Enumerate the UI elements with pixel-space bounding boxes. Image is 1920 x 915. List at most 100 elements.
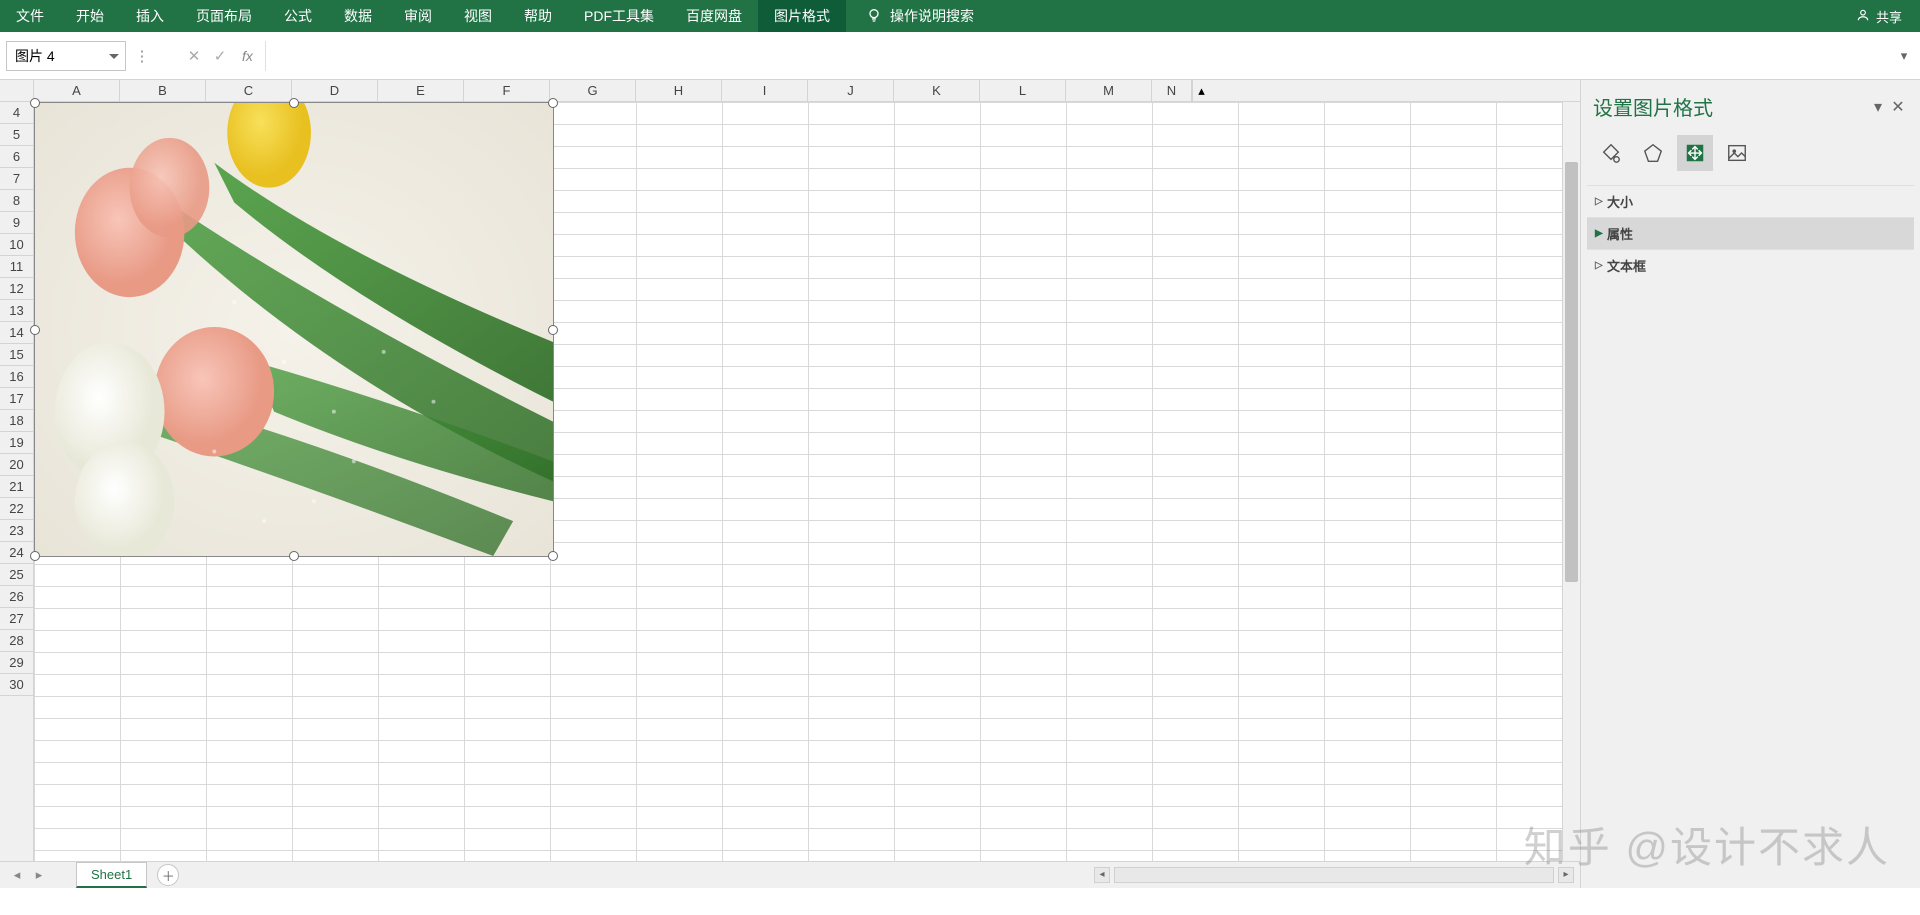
row-header[interactable]: 26 (0, 586, 33, 608)
row-header[interactable]: 12 (0, 278, 33, 300)
pane-tab-fill[interactable] (1593, 135, 1629, 171)
ribbon-tab-insert[interactable]: 插入 (120, 0, 180, 32)
sheet-nav-next[interactable]: ▸ (30, 867, 48, 883)
sheet-tab[interactable]: Sheet1 (76, 862, 147, 888)
formula-confirm-button[interactable]: ✓ (210, 42, 230, 70)
row-header[interactable]: 9 (0, 212, 33, 234)
row-header[interactable]: 10 (0, 234, 33, 256)
share-button[interactable]: 共享 (1856, 7, 1902, 26)
cell-grid[interactable] (34, 102, 1562, 861)
row-header[interactable]: 17 (0, 388, 33, 410)
row-header[interactable]: 8 (0, 190, 33, 212)
name-box[interactable]: 图片 4 (6, 41, 126, 71)
vertical-scrollbar[interactable] (1562, 102, 1580, 861)
ribbon-tab-page-layout[interactable]: 页面布局 (180, 0, 268, 32)
row-header[interactable]: 15 (0, 344, 33, 366)
row-header[interactable]: 5 (0, 124, 33, 146)
formula-bar: 图片 4 ⋮ ✕ ✓ fx ▾ (0, 32, 1920, 80)
column-header[interactable]: F (464, 80, 550, 101)
pane-tab-size-properties[interactable] (1677, 135, 1713, 171)
row-header[interactable]: 6 (0, 146, 33, 168)
add-sheet-button[interactable]: ＋ (157, 864, 179, 886)
column-header[interactable]: L (980, 80, 1066, 101)
ribbon-tab-data[interactable]: 数据 (328, 0, 388, 32)
row-header[interactable]: 16 (0, 366, 33, 388)
row-header[interactable]: 4 (0, 102, 33, 124)
hscroll-left-button[interactable]: ◂ (1094, 867, 1110, 883)
formula-menu-button[interactable]: ⋮ (132, 42, 152, 70)
formula-expand-button[interactable]: ▾ (1894, 48, 1914, 64)
column-header[interactable]: A (34, 80, 120, 101)
formula-input[interactable] (265, 41, 1888, 71)
row-header[interactable]: 13 (0, 300, 33, 322)
ribbon-tab-picture-format[interactable]: 图片格式 (758, 0, 846, 32)
column-header[interactable]: I (722, 80, 808, 101)
row-header[interactable]: 19 (0, 432, 33, 454)
column-header[interactable]: M (1066, 80, 1152, 101)
resize-handle-left[interactable] (30, 325, 40, 335)
row-header[interactable]: 7 (0, 168, 33, 190)
picture-icon (1726, 142, 1748, 164)
row-header[interactable]: 23 (0, 520, 33, 542)
pane-tab-picture[interactable] (1719, 135, 1755, 171)
section-size[interactable]: ▷ 大小 (1587, 185, 1914, 217)
ribbon-tabs: 文件 开始 插入 页面布局 公式 数据 审阅 视图 帮助 PDF工具集 百度网盘… (0, 0, 846, 32)
row-header[interactable]: 21 (0, 476, 33, 498)
column-header[interactable]: H (636, 80, 722, 101)
column-header[interactable]: D (292, 80, 378, 101)
section-textbox[interactable]: ▷ 文本框 (1587, 249, 1914, 281)
row-header[interactable]: 27 (0, 608, 33, 630)
resize-handle-bottom-right[interactable] (548, 551, 558, 561)
chevron-right-icon: ▷ (1595, 196, 1607, 207)
column-header[interactable]: N (1152, 80, 1192, 101)
hscroll-right-button[interactable]: ▸ (1558, 867, 1574, 883)
pane-options-button[interactable]: ▾ (1868, 97, 1888, 117)
pane-tab-effects[interactable] (1635, 135, 1671, 171)
sheet-nav-prev[interactable]: ◂ (8, 867, 26, 883)
select-all-corner[interactable] (0, 80, 34, 101)
ribbon-tab-help[interactable]: 帮助 (508, 0, 568, 32)
row-header[interactable]: 18 (0, 410, 33, 432)
ribbon-tab-view[interactable]: 视图 (448, 0, 508, 32)
column-header[interactable]: K (894, 80, 980, 101)
resize-handle-top[interactable] (289, 98, 299, 108)
chevron-right-icon: ▶ (1595, 228, 1607, 239)
column-header[interactable]: C (206, 80, 292, 101)
row-header[interactable]: 20 (0, 454, 33, 476)
row-header[interactable]: 14 (0, 322, 33, 344)
column-header[interactable]: B (120, 80, 206, 101)
fx-icon[interactable]: fx (236, 48, 259, 64)
row-header[interactable]: 24 (0, 542, 33, 564)
ribbon-tab-baidu-netdisk[interactable]: 百度网盘 (670, 0, 758, 32)
row-header[interactable]: 29 (0, 652, 33, 674)
resize-handle-bottom-left[interactable] (30, 551, 40, 561)
resize-handle-top-right[interactable] (548, 98, 558, 108)
resize-handle-bottom[interactable] (289, 551, 299, 561)
inserted-picture[interactable] (34, 102, 554, 557)
row-header[interactable]: 11 (0, 256, 33, 278)
column-header[interactable]: J (808, 80, 894, 101)
row-header[interactable]: 30 (0, 674, 33, 696)
tell-me-search[interactable]: 操作说明搜索 (866, 6, 974, 26)
row-headers: 4567891011121314151617181920212223242526… (0, 102, 34, 861)
resize-handle-right[interactable] (548, 325, 558, 335)
scroll-up-button[interactable]: ▴ (1192, 80, 1210, 101)
section-properties[interactable]: ▶ 属性 (1587, 217, 1914, 249)
ribbon-tab-home[interactable]: 开始 (60, 0, 120, 32)
format-picture-pane: 设置图片格式 ▾ ✕ ▷ 大小 ▶ 属性 (1580, 80, 1920, 888)
formula-cancel-button[interactable]: ✕ (184, 42, 204, 70)
resize-handle-top-left[interactable] (30, 98, 40, 108)
horizontal-scrollbar[interactable] (1114, 867, 1554, 883)
ribbon-tab-formulas[interactable]: 公式 (268, 0, 328, 32)
pentagon-icon (1642, 142, 1664, 164)
column-header[interactable]: G (550, 80, 636, 101)
row-header[interactable]: 28 (0, 630, 33, 652)
row-header[interactable]: 22 (0, 498, 33, 520)
ribbon-tab-file[interactable]: 文件 (0, 0, 60, 32)
pane-close-button[interactable]: ✕ (1888, 97, 1908, 117)
vertical-scroll-thumb[interactable] (1565, 162, 1578, 582)
ribbon-tab-review[interactable]: 审阅 (388, 0, 448, 32)
ribbon-tab-pdf-tools[interactable]: PDF工具集 (568, 0, 670, 32)
row-header[interactable]: 25 (0, 564, 33, 586)
column-header[interactable]: E (378, 80, 464, 101)
